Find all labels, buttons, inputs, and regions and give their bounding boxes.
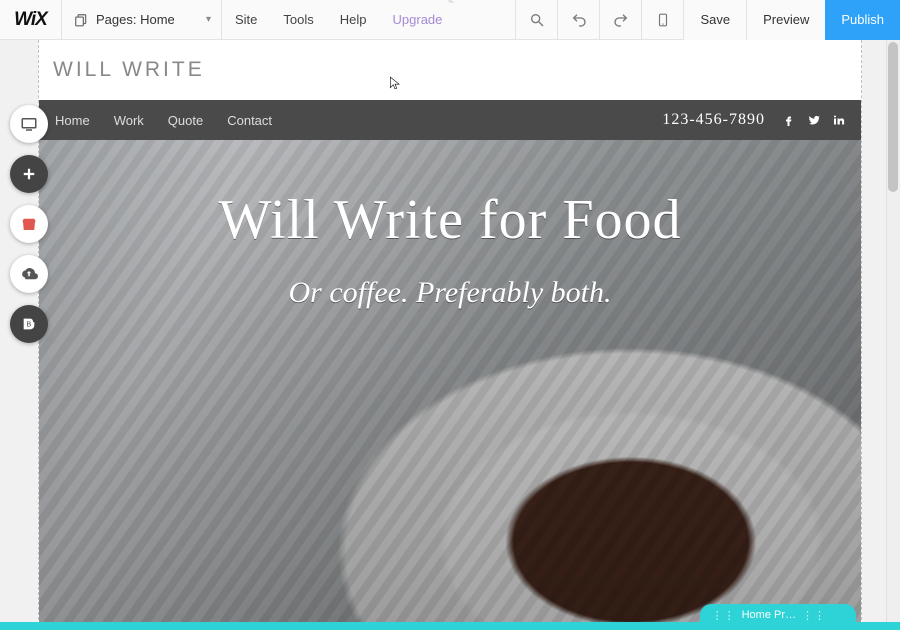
mobile-preview-icon[interactable] bbox=[641, 0, 683, 40]
page-canvas[interactable]: WILL WRITE Home Work Quote Contact 123-4… bbox=[38, 40, 862, 630]
twitter-icon[interactable] bbox=[807, 114, 821, 126]
hero-title: Will Write for Food bbox=[219, 188, 682, 252]
editor-side-toolbar: B bbox=[10, 105, 48, 343]
blog-button[interactable]: B bbox=[10, 305, 48, 343]
svg-text:B: B bbox=[26, 320, 31, 329]
editor-right-buttons: Save Preview Publish bbox=[683, 0, 900, 39]
desktop-view-button[interactable] bbox=[10, 105, 48, 143]
editor-menubar: Site Tools Help Upgrade bbox=[222, 0, 455, 39]
pages-icon bbox=[74, 13, 88, 27]
section-indicator-label: Home Pr… bbox=[742, 609, 796, 621]
site-nav-bar[interactable]: Home Work Quote Contact 123-456-7890 bbox=[39, 100, 861, 140]
nav-link-contact[interactable]: Contact bbox=[227, 113, 272, 128]
uploads-button[interactable] bbox=[10, 255, 48, 293]
save-button[interactable]: Save bbox=[683, 0, 746, 40]
wix-logo[interactable]: WiX bbox=[0, 0, 62, 40]
editor-canvas-area: WILL WRITE Home Work Quote Contact 123-4… bbox=[0, 40, 900, 630]
site-title: WILL WRITE bbox=[53, 58, 205, 82]
add-element-button[interactable] bbox=[10, 155, 48, 193]
menu-site[interactable]: Site bbox=[222, 12, 270, 27]
redo-icon[interactable] bbox=[599, 0, 641, 40]
undo-icon[interactable] bbox=[557, 0, 599, 40]
menu-help[interactable]: Help bbox=[327, 12, 380, 27]
site-header[interactable]: WILL WRITE bbox=[39, 40, 861, 100]
cursor-icon bbox=[388, 74, 402, 92]
vertical-scrollbar[interactable] bbox=[886, 40, 900, 630]
hero-section[interactable]: Will Write for Food Or coffee. Preferabl… bbox=[39, 140, 861, 630]
hero-tagline: Or coffee. Preferably both. bbox=[289, 276, 612, 310]
preview-button[interactable]: Preview bbox=[746, 0, 825, 40]
scrollbar-thumb[interactable] bbox=[888, 42, 898, 192]
chevron-down-icon: ▾ bbox=[206, 14, 211, 25]
facebook-icon[interactable] bbox=[783, 114, 795, 126]
nav-link-quote[interactable]: Quote bbox=[168, 113, 203, 128]
drag-handle-icon[interactable]: ⋮⋮ bbox=[712, 609, 736, 622]
menu-tools[interactable]: Tools bbox=[270, 12, 326, 27]
drag-handle-icon[interactable]: ⋮⋮ bbox=[802, 609, 826, 622]
pages-dropdown-label: Pages: Home bbox=[96, 12, 175, 27]
social-icons bbox=[783, 114, 845, 126]
editor-tool-icons bbox=[515, 0, 683, 39]
app-market-button[interactable] bbox=[10, 205, 48, 243]
zoom-icon[interactable] bbox=[515, 0, 557, 40]
nav-phone: 123-456-7890 bbox=[662, 111, 765, 129]
linkedin-icon[interactable] bbox=[833, 114, 845, 126]
nav-link-work[interactable]: Work bbox=[114, 113, 144, 128]
pages-dropdown[interactable]: Pages: Home ▾ bbox=[62, 0, 222, 40]
editor-top-bar: WiX Pages: Home ▾ Site Tools Help Upgrad… bbox=[0, 0, 900, 40]
nav-link-home[interactable]: Home bbox=[55, 113, 90, 128]
menu-upgrade[interactable]: Upgrade bbox=[380, 12, 456, 27]
publish-button[interactable]: Publish bbox=[825, 0, 900, 40]
section-indicator[interactable]: ⋮⋮ Home Pr… ⋮⋮ bbox=[700, 604, 856, 626]
